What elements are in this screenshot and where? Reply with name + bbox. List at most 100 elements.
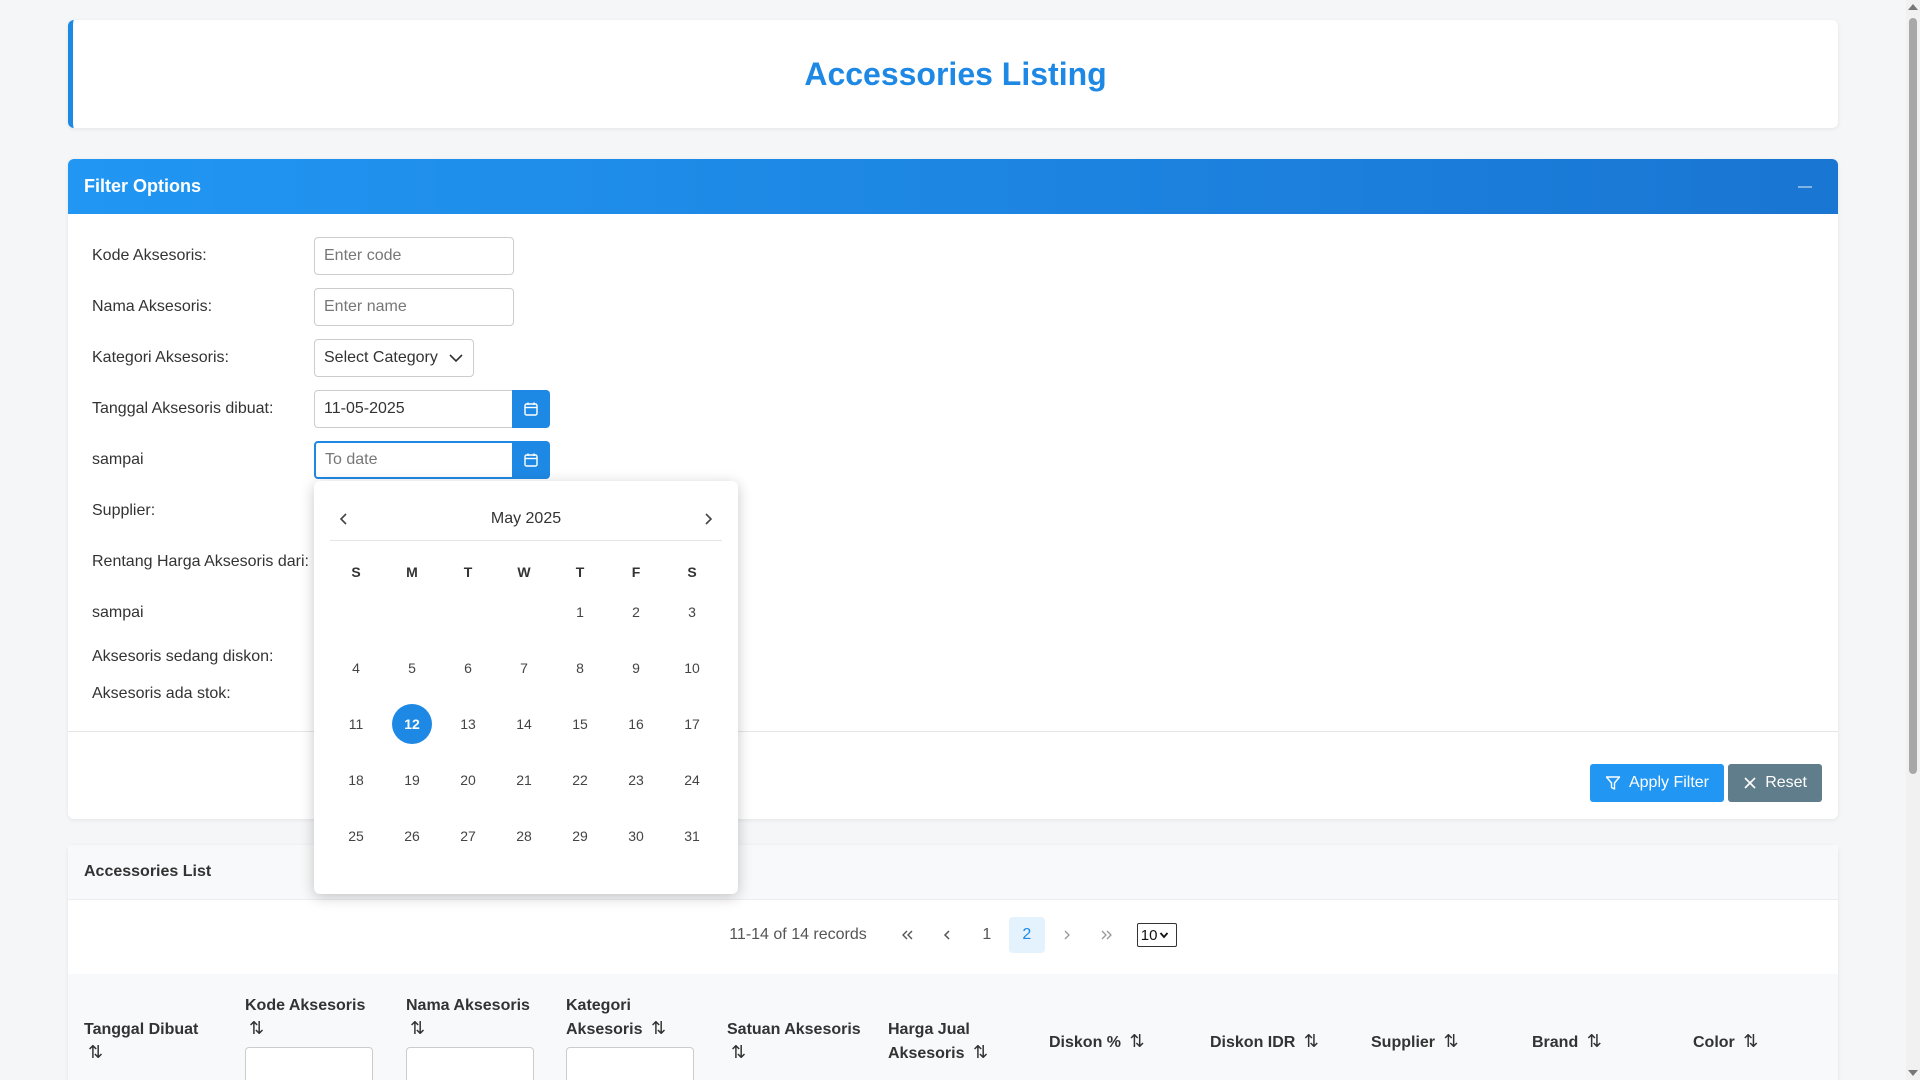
column-header-diskon-persen[interactable]: Diskon % ⇅: [1049, 1030, 1145, 1054]
discount-label: Aksesoris sedang diskon:: [92, 648, 274, 665]
sort-icon[interactable]: ⇅: [1587, 1031, 1602, 1051]
calendar-day[interactable]: 9: [616, 648, 656, 688]
date-from-input[interactable]: [314, 390, 514, 428]
category-select[interactable]: Select Category: [314, 339, 474, 377]
column-header-diskon-idr[interactable]: Diskon IDR ⇅: [1210, 1030, 1319, 1054]
column-title: Kode Aksesoris: [245, 997, 366, 1014]
calendar-day[interactable]: 16: [616, 704, 656, 744]
last-page-button[interactable]: [1089, 917, 1125, 953]
column-header-nama-aksesoris[interactable]: Nama Aksesoris ⇅: [406, 994, 534, 1080]
chevron-left-icon: [943, 930, 950, 940]
calendar-day[interactable]: 18: [336, 760, 376, 800]
column-header-harga-jual-aksesoris[interactable]: Harga Jual Aksesoris ⇅: [888, 1018, 988, 1065]
first-page-button[interactable]: [889, 917, 925, 953]
page-button-2[interactable]: 2: [1008, 917, 1045, 953]
filter-row-price-to: sampai: [92, 594, 314, 632]
sort-icon[interactable]: ⇅: [973, 1042, 988, 1062]
price-to-label: sampai: [92, 604, 144, 621]
weekday-header: S: [351, 564, 361, 580]
column-header-color[interactable]: Color ⇅: [1693, 1030, 1758, 1054]
calendar-day[interactable]: 26: [392, 816, 432, 856]
date-from-label: Tanggal Aksesoris dibuat:: [92, 400, 274, 417]
calendar-day[interactable]: 1: [560, 592, 600, 632]
scrollbar-thumb[interactable]: [1909, 18, 1917, 774]
calendar-day[interactable]: 10: [672, 648, 712, 688]
code-label: Kode Aksesoris:: [92, 247, 207, 264]
reset-button[interactable]: Reset: [1728, 764, 1822, 802]
calendar-day[interactable]: 13: [448, 704, 488, 744]
month-year-title[interactable]: May 2025: [491, 510, 561, 528]
calendar-day[interactable]: 19: [392, 760, 432, 800]
sort-icon[interactable]: ⇅: [249, 1018, 264, 1038]
next-month-button[interactable]: [694, 505, 722, 533]
prev-month-button[interactable]: [330, 505, 358, 533]
sort-icon[interactable]: ⇅: [1304, 1031, 1319, 1051]
collapse-icon[interactable]: [1798, 185, 1812, 188]
column-header-kategori-aksesoris[interactable]: Kategori Aksesoris ⇅: [566, 994, 694, 1080]
rows-per-page-select[interactable]: 10: [1136, 923, 1177, 947]
scroll-up-arrow-icon[interactable]: [1908, 4, 1918, 10]
prev-page-button[interactable]: [929, 917, 965, 953]
scroll-down-arrow-icon[interactable]: [1908, 1070, 1918, 1076]
calendar-day[interactable]: 6: [448, 648, 488, 688]
sort-icon[interactable]: ⇅: [1129, 1031, 1144, 1051]
name-input[interactable]: [314, 288, 514, 326]
calendar-day[interactable]: 8: [560, 648, 600, 688]
sort-icon[interactable]: ⇅: [88, 1042, 103, 1062]
calendar-day[interactable]: 28: [504, 816, 544, 856]
category-label: Kategori Aksesoris:: [92, 349, 229, 366]
calendar-icon: [524, 453, 538, 467]
next-page-button[interactable]: [1049, 917, 1085, 953]
column-header-kode-aksesoris[interactable]: Kode Aksesoris ⇅: [245, 994, 373, 1080]
calendar-day-selected[interactable]: 12: [392, 704, 432, 744]
weekday-header: T: [575, 564, 585, 580]
column-header-brand[interactable]: Brand ⇅: [1532, 1030, 1602, 1054]
calendar-day[interactable]: 23: [616, 760, 656, 800]
calendar-day[interactable]: 2: [616, 592, 656, 632]
weekday-header: S: [687, 564, 697, 580]
calendar-day[interactable]: 14: [504, 704, 544, 744]
apply-filter-button[interactable]: Apply Filter: [1589, 764, 1724, 802]
column-header-supplier[interactable]: Supplier ⇅: [1371, 1030, 1459, 1054]
calendar-day[interactable]: 22: [560, 760, 600, 800]
calendar-day[interactable]: 27: [448, 816, 488, 856]
calendar-day[interactable]: 21: [504, 760, 544, 800]
filter-header[interactable]: Filter Options: [68, 159, 1838, 214]
calendar-day[interactable]: 17: [672, 704, 712, 744]
calendar-day[interactable]: 31: [672, 816, 712, 856]
page-title: Accessories Listing: [804, 55, 1107, 92]
date-to-calendar-button[interactable]: [512, 441, 550, 479]
sort-icon[interactable]: ⇅: [651, 1018, 666, 1038]
calendar-day[interactable]: 25: [336, 816, 376, 856]
datepicker-popup: May 2025 S M T W T F S 1 2 3 4 5 6 7 8 9 10 11 12 13 14 15 16 1…: [314, 481, 738, 894]
filter-row-date-to: sampai: [92, 441, 550, 479]
sort-icon[interactable]: ⇅: [731, 1042, 746, 1062]
sort-icon[interactable]: ⇅: [1743, 1031, 1758, 1051]
code-input[interactable]: [314, 237, 514, 275]
date-from-calendar-button[interactable]: [512, 390, 550, 428]
calendar-day[interactable]: 24: [672, 760, 712, 800]
calendar-day[interactable]: 7: [504, 648, 544, 688]
calendar-day[interactable]: 15: [560, 704, 600, 744]
calendar-day[interactable]: 3: [672, 592, 712, 632]
nama-column-filter-input[interactable]: [406, 1047, 534, 1080]
calendar-day[interactable]: 11: [336, 704, 376, 744]
apply-filter-label: Apply Filter: [1628, 774, 1709, 791]
calendar-day[interactable]: 4: [336, 648, 376, 688]
page-button-1[interactable]: 1: [969, 917, 1005, 953]
kategori-column-filter-input[interactable]: [566, 1047, 694, 1080]
calendar-day[interactable]: 30: [616, 816, 656, 856]
filter-title: Filter Options: [84, 176, 201, 196]
calendar-day[interactable]: 29: [560, 816, 600, 856]
sort-icon[interactable]: ⇅: [410, 1018, 425, 1038]
column-header-tanggal-dibuat[interactable]: Tanggal Dibuat ⇅: [84, 1018, 198, 1065]
calendar-day[interactable]: 20: [448, 760, 488, 800]
sort-icon[interactable]: ⇅: [1443, 1031, 1458, 1051]
date-to-input[interactable]: [314, 441, 514, 479]
calendar-day[interactable]: 5: [392, 648, 432, 688]
column-header-satuan-aksesoris[interactable]: Satuan Aksesoris ⇅: [727, 1018, 861, 1065]
page-scrollbar[interactable]: [1906, 0, 1920, 1080]
kode-column-filter-input[interactable]: [245, 1047, 373, 1080]
filter-row-code: Kode Aksesoris:: [92, 237, 514, 275]
column-title: Color: [1693, 1034, 1735, 1051]
